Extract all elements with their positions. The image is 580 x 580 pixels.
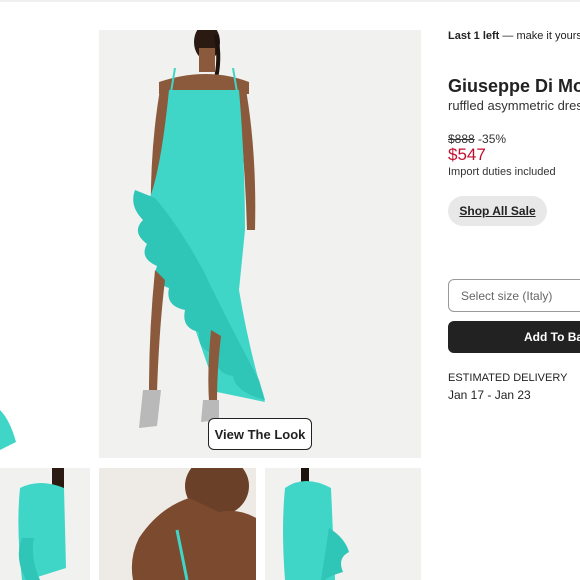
original-price: $888 (448, 132, 475, 146)
delivery-dates: Jan 17 - Jan 23 (448, 388, 531, 402)
view-the-look-button[interactable]: View The Look (208, 418, 312, 450)
delivery-label: ESTIMATED DELIVERY (448, 372, 568, 384)
stock-count: Last 1 left (448, 30, 500, 42)
stock-notice: Last 1 left — make it yours! (448, 30, 580, 42)
add-to-bag-button[interactable]: Add To Bag (448, 321, 580, 353)
main-product-image[interactable] (99, 30, 421, 458)
original-price-row: $888 -35% (448, 132, 506, 146)
duties-note: Import duties included (448, 166, 556, 178)
gallery-image-previous[interactable] (0, 30, 18, 458)
gallery-thumbnail-2[interactable] (99, 468, 256, 580)
model-in-dress-illustration (133, 30, 265, 428)
thumbnail-closeup-illustration (131, 468, 256, 580)
thumbnail-back-view-illustration (283, 468, 349, 580)
thumbnail-dress-illustration (18, 468, 66, 580)
sale-price: $547 (448, 145, 486, 164)
size-select[interactable]: Select size (Italy) (448, 279, 580, 312)
header-divider (0, 0, 580, 2)
product-description: ruffled asymmetric dress (448, 98, 580, 113)
dress-hem-fragment (0, 410, 16, 450)
gallery-thumbnail-3[interactable] (265, 468, 421, 580)
stock-message: — make it yours! (502, 30, 580, 42)
shop-all-sale-button[interactable]: Shop All Sale (448, 196, 547, 226)
product-brand[interactable]: Giuseppe Di Mora (448, 76, 580, 97)
gallery-thumbnail-1[interactable] (0, 468, 90, 580)
discount-percent: -35% (478, 132, 507, 146)
